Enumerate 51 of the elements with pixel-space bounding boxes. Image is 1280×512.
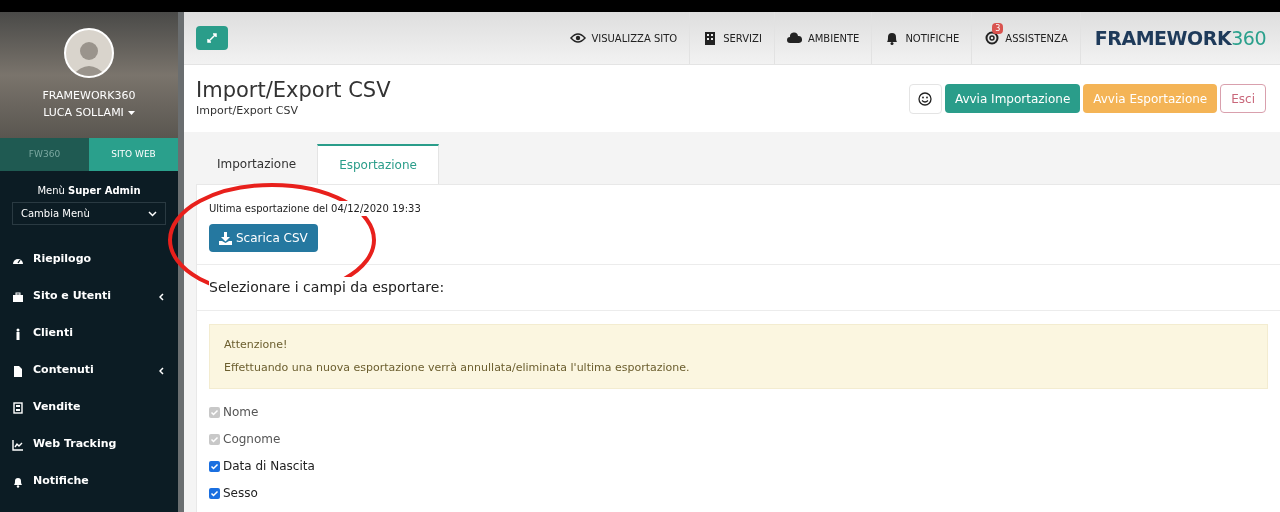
checkbox[interactable] bbox=[209, 487, 220, 499]
notification-badge: 3 bbox=[992, 23, 1004, 34]
download-icon bbox=[219, 231, 232, 245]
tab[interactable]: Importazione bbox=[196, 144, 318, 184]
caret-icon bbox=[127, 110, 135, 115]
framework360-logo: FRAMEWORK360 bbox=[1093, 25, 1267, 51]
line-chart-icon bbox=[12, 438, 24, 451]
alert-title: Attenzione! bbox=[224, 337, 289, 353]
sidebar-menu-item[interactable]: Clienti bbox=[0, 315, 178, 352]
eye-icon bbox=[570, 31, 587, 45]
top-nav-link[interactable]: VISUALIZZA SITO bbox=[558, 12, 691, 64]
top-nav-link[interactable]: AMBIENTE bbox=[774, 12, 873, 64]
expand-button[interactable] bbox=[196, 26, 228, 50]
sidebar-menu-item[interactable]: Notifiche bbox=[0, 463, 178, 500]
expand-icon bbox=[206, 32, 218, 44]
download-csv-button[interactable]: Scarica CSV bbox=[209, 224, 318, 252]
briefcase-icon bbox=[12, 290, 24, 303]
action-button[interactable]: Esci bbox=[1220, 84, 1266, 113]
cloud-icon bbox=[786, 31, 803, 45]
checkbox-label: Cognome bbox=[223, 431, 281, 448]
menu-select[interactable]: Cambia Menù bbox=[12, 202, 166, 225]
page-title: Import/Export CSV bbox=[196, 77, 391, 104]
user-menu[interactable]: LUCA SOLLAMI bbox=[43, 104, 135, 121]
sidebar-menu-item[interactable]: Vendite bbox=[0, 389, 178, 426]
sidebar-menu-item[interactable]: Riepilogo bbox=[0, 241, 178, 278]
file-icon bbox=[12, 364, 24, 377]
chevron-left-icon bbox=[159, 366, 164, 375]
last-export-text: Ultima esportazione del 04/12/2020 19:33 bbox=[209, 201, 421, 216]
fields-heading: Selezionare i campi da esportare: bbox=[209, 277, 445, 298]
calculator-icon bbox=[12, 401, 24, 414]
top-nav-link[interactable]: NOTIFICHE bbox=[872, 12, 973, 64]
breadcrumb[interactable]: Import/Export CSV bbox=[196, 103, 391, 120]
avatar bbox=[64, 28, 114, 78]
checkbox-label: Sesso bbox=[223, 485, 258, 502]
top-nav-link[interactable]: SERVIZI bbox=[690, 12, 775, 64]
checkbox[interactable] bbox=[209, 460, 220, 472]
chevron-down-icon bbox=[148, 210, 157, 217]
top-nav-link[interactable]: ASSISTENZA 3 bbox=[972, 12, 1081, 64]
sidebar-menu-item[interactable]: Web Tracking bbox=[0, 426, 178, 463]
bell-icon bbox=[12, 475, 24, 488]
checkbox-label: Nome bbox=[223, 404, 259, 421]
alert-message: Effettuando una nuova esportazione verrà annullata/eliminata l'ultima esportazione. bbox=[224, 359, 691, 376]
menu-label: Menù Super Admin bbox=[36, 184, 142, 198]
smiley-button[interactable] bbox=[908, 83, 942, 114]
sidebar-menu-item[interactable]: Contenuti bbox=[0, 352, 178, 389]
smiley-icon bbox=[918, 91, 933, 106]
company-name: FRAMEWORK360 bbox=[42, 88, 136, 104]
lifebuoy-icon bbox=[984, 31, 1001, 45]
chevron-left-icon bbox=[159, 292, 164, 301]
checkbox-label: Data di Nascita bbox=[223, 458, 315, 475]
sidebar-menu-item[interactable]: Sito e Utenti bbox=[0, 278, 178, 315]
